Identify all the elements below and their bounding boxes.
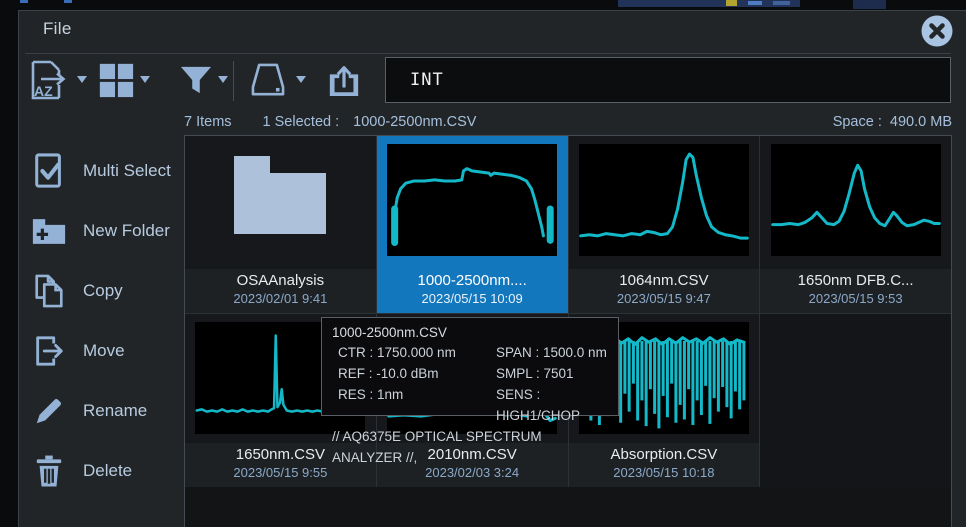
rename-icon <box>29 395 69 427</box>
tooltip-field-smpl: SMPL : 7501 <box>496 363 608 384</box>
background-window-blue-mark <box>748 1 762 5</box>
caret-down-icon <box>77 76 87 84</box>
file-date: 2023/05/15 9:47 <box>569 291 760 306</box>
sort-az-icon: AZ <box>26 58 72 102</box>
caret-down-icon <box>140 76 150 84</box>
file-date: 2023/02/01 9:41 <box>185 291 376 306</box>
space-label: Space : <box>833 114 882 130</box>
background-window-blue-mark <box>20 0 28 3</box>
file-info-tooltip: 1000-2500nm.CSV CTR : 1750.000 nm SPAN :… <box>321 317 619 416</box>
move-icon <box>29 334 69 368</box>
file-thumbnail <box>377 136 568 269</box>
sidebar-label: New Folder <box>83 221 170 241</box>
file-name: OSAAnalysis <box>185 272 376 289</box>
tooltip-footer: // AQ6375E OPTICAL SPECTRUM ANALYZER //, <box>332 426 608 468</box>
empty-grid-cell <box>760 314 951 487</box>
tooltip-field-span: SPAN : 1500.0 nm <box>496 342 608 363</box>
filter-button[interactable] <box>179 57 228 103</box>
close-icon <box>921 15 953 47</box>
folder-icon <box>234 156 326 234</box>
tooltip-field-ctr: CTR : 1750.000 nm <box>338 342 496 363</box>
selected-count-label: 1 Selected : <box>263 114 340 130</box>
filter-icon <box>179 64 213 96</box>
background-window-yellow-mark <box>726 0 737 6</box>
tooltip-field-ref: REF : -10.0 dBm <box>338 363 496 384</box>
new-folder-icon <box>29 216 69 247</box>
file-name: 1000-2500nm.... <box>377 272 568 289</box>
copy-icon <box>29 273 69 309</box>
file-name: 1650nm DFB.C... <box>760 272 951 289</box>
storage-device-icon <box>245 60 291 100</box>
caret-down-icon <box>218 76 228 84</box>
multi-select-button[interactable]: Multi Select <box>29 147 179 195</box>
sidebar-label: Move <box>83 341 125 361</box>
file-tile[interactable]: 1000-2500nm.... 2023/05/15 10:09 <box>377 136 568 313</box>
spectrum-thumbnail <box>579 144 749 256</box>
rename-button[interactable]: Rename <box>29 387 179 435</box>
caret-down-icon <box>296 76 306 84</box>
move-button[interactable]: Move <box>29 327 179 375</box>
free-space: Space : 490.0 MB <box>833 114 952 130</box>
toolbar-separator <box>233 61 234 101</box>
file-date: 2023/05/15 9:53 <box>760 291 951 306</box>
sidebar-label: Copy <box>83 281 123 301</box>
items-count: 7 Items <box>184 114 232 130</box>
view-mode-button[interactable] <box>97 57 150 103</box>
export-button[interactable] <box>327 57 361 103</box>
multi-select-icon <box>29 152 69 190</box>
copy-button[interactable]: Copy <box>29 267 179 315</box>
file-dialog: File AZ <box>18 10 966 527</box>
sidebar-label: Multi Select <box>83 161 171 181</box>
sort-order-button[interactable]: AZ <box>26 57 87 103</box>
sidebar-label: Rename <box>83 401 147 421</box>
tooltip-filename: 1000-2500nm.CSV <box>332 323 608 342</box>
tooltip-field-res: RES : 1nm <box>338 384 496 426</box>
tooltip-parameters: CTR : 1750.000 nm SPAN : 1500.0 nm REF :… <box>338 342 608 426</box>
background-window-blue-mark <box>64 0 72 3</box>
delete-button[interactable]: Delete <box>29 447 179 495</box>
export-icon <box>327 62 361 98</box>
spectrum-thumbnail <box>771 144 941 256</box>
screen: File AZ <box>0 0 966 527</box>
close-button[interactable] <box>921 15 953 47</box>
file-thumbnail <box>569 136 760 269</box>
background-window-edge <box>853 0 886 9</box>
file-tile[interactable]: 1650nm DFB.C... 2023/05/15 9:53 <box>760 136 951 313</box>
status-bar: 7 Items 1 Selected : 1000-2500nm.CSV Spa… <box>184 111 952 133</box>
selected-file-name: 1000-2500nm.CSV <box>353 114 476 130</box>
grid-view-icon <box>97 61 135 99</box>
background-window-blue-mark <box>773 1 790 5</box>
file-thumbnail <box>760 136 951 269</box>
file-tile[interactable]: OSAAnalysis 2023/02/01 9:41 <box>185 136 376 313</box>
dialog-title: File <box>43 19 72 39</box>
path-input[interactable] <box>385 57 951 103</box>
file-tile[interactable]: 1064nm.CSV 2023/05/15 9:47 <box>569 136 760 313</box>
tooltip-field-sens: SENS : HIGH1/CHOP <box>496 384 608 426</box>
spectrum-thumbnail <box>387 144 557 256</box>
file-date: 2023/05/15 10:09 <box>377 291 568 306</box>
file-name: 1064nm.CSV <box>569 272 760 289</box>
new-folder-button[interactable]: New Folder <box>29 207 179 255</box>
delete-icon <box>29 454 69 489</box>
space-value: 490.0 MB <box>890 114 952 130</box>
file-thumbnail <box>185 136 376 269</box>
title-separator <box>25 53 951 54</box>
storage-device-button[interactable] <box>245 57 306 103</box>
svg-text:AZ: AZ <box>34 83 53 99</box>
sidebar-label: Delete <box>83 461 132 481</box>
